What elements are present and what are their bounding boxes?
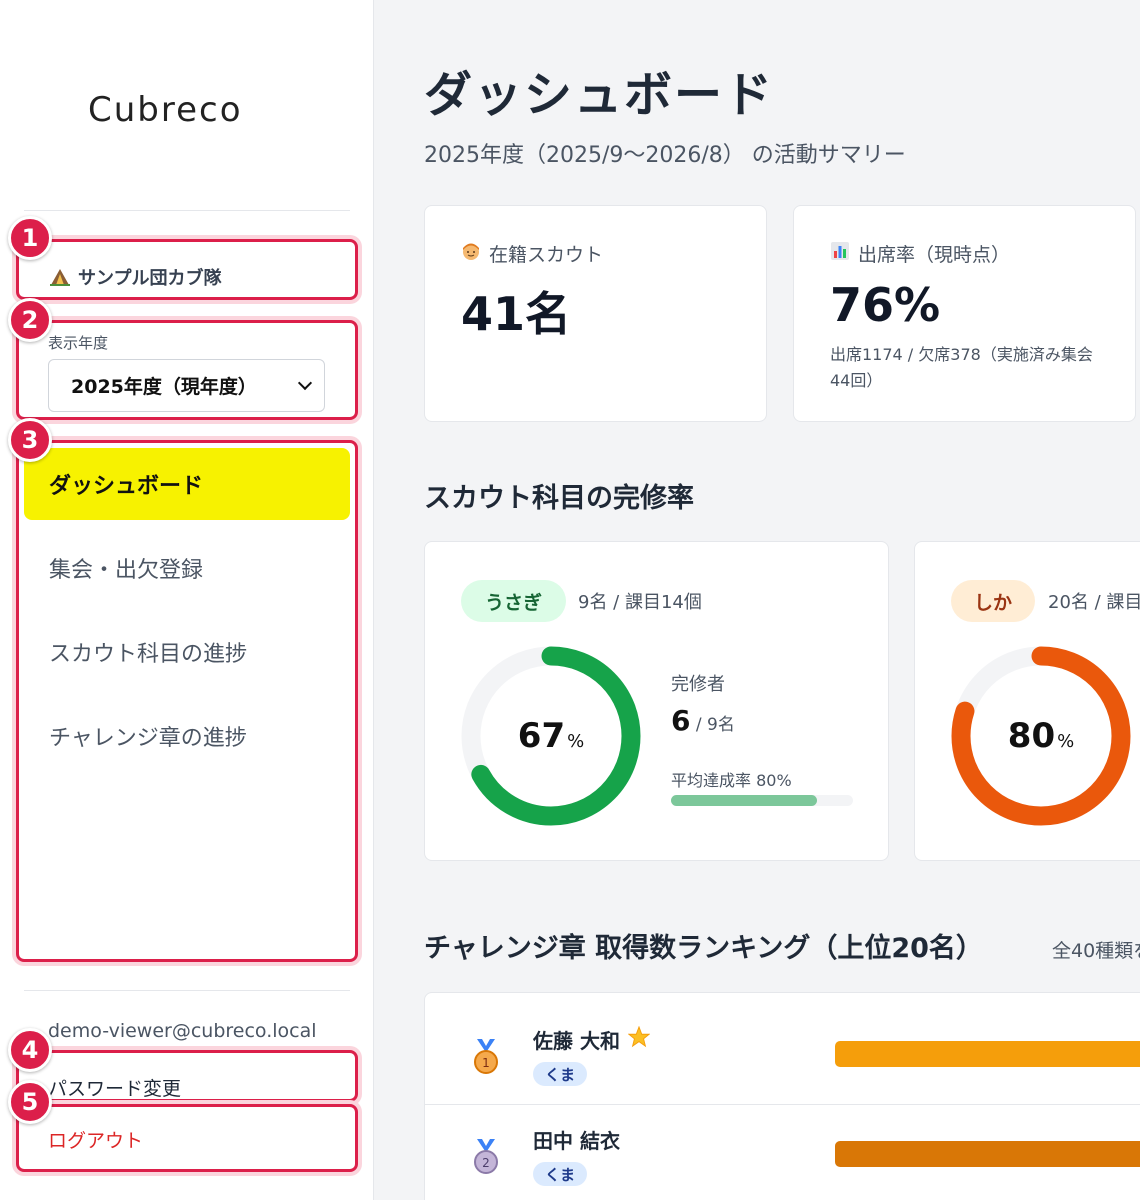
annotation-box-2 (16, 320, 358, 420)
annotation-box-5 (16, 1104, 358, 1172)
finisher-value: 6 / 9名 (671, 704, 735, 737)
section-title-completion: スカウト科目の完修率 (424, 483, 694, 514)
finisher-label: 完修者 (671, 674, 725, 695)
annotation-marker-3: 3 (8, 418, 52, 462)
ranking-row: 1 佐藤 大和 くま (425, 1005, 1140, 1105)
stat-note-attendance: 出席1174 / 欠席378（実施済み集会44回） (830, 345, 1093, 391)
page-subtitle: 2025年度（2025/9〜2026/8） の活動サマリー (424, 143, 906, 168)
rank-number: 1 (482, 1056, 490, 1070)
rank-name-text: 田中 結衣 (533, 1129, 620, 1153)
group-badge-shika: しか (951, 580, 1035, 622)
page-title: ダッシュボード (424, 67, 775, 123)
stat-label-scouts: 在籍スカウト (461, 240, 603, 267)
annotation-marker-1: 1 (8, 216, 52, 260)
percent-value: 67 (517, 716, 566, 756)
finisher-count: 6 (671, 704, 691, 737)
rank-name-2: 田中 結衣 (533, 1125, 620, 1154)
stat-label-scouts-text: 在籍スカウト (489, 244, 604, 266)
percent-unit: % (567, 731, 585, 752)
rank-name-text: 佐藤 大和 (533, 1029, 620, 1053)
stat-card-scouts: 在籍スカウト 41名 (424, 205, 767, 422)
completion-percent-shika: 80% (951, 716, 1131, 756)
rank-name-1: 佐藤 大和 (533, 1025, 651, 1054)
annotation-marker-5: 5 (8, 1080, 52, 1124)
star-icon (627, 1025, 651, 1053)
annotation-marker-4: 4 (8, 1028, 52, 1072)
ranking-note: 全40種類を (1052, 940, 1140, 962)
stat-label-attendance-text: 出席率（現時点） (858, 244, 1011, 266)
stat-value-scouts: 41名 (461, 287, 572, 341)
rank-tag: くま (533, 1062, 587, 1086)
percent-value: 80 (1007, 716, 1056, 756)
finisher-total: / 9名 (690, 715, 735, 735)
annotation-marker-2: 2 (8, 298, 52, 342)
bronze-medal-icon: 1 (474, 1039, 498, 1074)
annotation-box-4 (16, 1050, 358, 1102)
user-email: demo-viewer@cubreco.local (48, 1020, 317, 1042)
stat-label-attendance: 出席率（現時点） (830, 240, 1010, 267)
annotation-box-1 (16, 239, 358, 300)
rank-bar (835, 1141, 1140, 1167)
silver-medal-icon: 2 (474, 1139, 498, 1174)
stat-value-attendance: 76% (830, 278, 941, 332)
stat-card-attendance: 出席率（現時点） 76% 出席1174 / 欠席378（実施済み集会44回） (793, 205, 1136, 422)
rank-bar (835, 1041, 1140, 1067)
ranking-row: 2 田中 結衣 くま (425, 1105, 1140, 1200)
rank-number: 2 (482, 1156, 490, 1170)
group-meta-shika: 20名 / 課目 (1048, 592, 1140, 613)
completion-card-shika: しか 20名 / 課目 80% (914, 541, 1140, 861)
avg-rate-label: 平均達成率 80% (671, 771, 792, 790)
sidebar-divider-bottom (24, 990, 350, 991)
avg-rate-bar (671, 795, 853, 806)
percent-unit: % (1057, 731, 1075, 752)
ranking-card: 1 佐藤 大和 くま 2 田中 結衣 くま (424, 992, 1140, 1200)
completion-percent-usagi: 67% (461, 716, 641, 756)
app-logo[interactable]: Cubreco (88, 90, 243, 130)
avg-rate-fill (671, 795, 817, 806)
sidebar-divider (24, 210, 350, 211)
bar-chart-icon (830, 241, 850, 266)
group-meta-usagi: 9名 / 課目14個 (578, 592, 702, 613)
group-badge-usagi: うさぎ (461, 580, 566, 622)
section-title-ranking: チャレンジ章 取得数ランキング（上位20名） (424, 933, 983, 964)
scout-face-icon (461, 241, 481, 266)
annotation-box-3 (16, 440, 358, 962)
completion-card-usagi: うさぎ 9名 / 課目14個 67% 完修者 6 / 9名 平均達成率 80% (424, 541, 889, 861)
rank-tag: くま (533, 1162, 587, 1186)
